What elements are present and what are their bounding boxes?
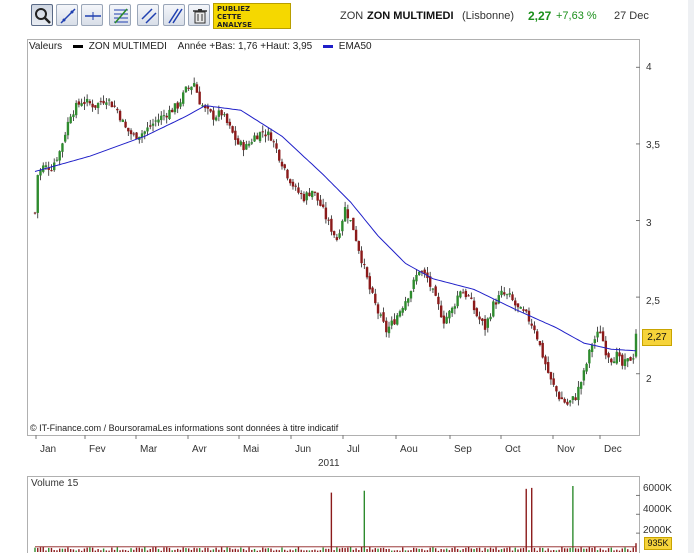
x-tick-label: Dec — [604, 444, 622, 455]
last-price-flag: 2,27 — [642, 329, 672, 346]
publish-analysis-button[interactable]: PUBLIEZ CETTE ANALYSE — [213, 3, 291, 29]
x-tick-label: Sep — [454, 444, 472, 455]
fibonacci-tool-button[interactable] — [109, 4, 131, 26]
x-tick-label: Jul — [347, 444, 360, 455]
trash-icon — [193, 9, 207, 24]
promo-line-2: CETTE — [217, 13, 242, 21]
last-price: 2,27 — [528, 9, 552, 23]
toolbar: PUBLIEZ CETTE ANALYSE ZON ZON MULTIMEDI … — [0, 0, 694, 35]
x-tick-label: Jan — [40, 444, 57, 455]
x-tick-label: Fev — [89, 444, 106, 455]
volume-y-tick-label: 6000K — [643, 483, 672, 494]
channel-tool-button[interactable] — [137, 4, 159, 26]
x-year-label: 2011 — [318, 458, 340, 469]
vertical-scrollbar[interactable] — [688, 0, 694, 553]
volume-label: Volume 15 — [31, 478, 79, 489]
horizontal-line-icon — [85, 12, 101, 20]
x-tick-label: Nov — [557, 444, 575, 455]
x-tick-label: Aou — [400, 444, 418, 455]
source-note: © IT-Finance.com / BoursoramaLes informa… — [30, 423, 339, 433]
quote-date: 27 Dec — [614, 10, 649, 22]
volume-flag: 935K — [644, 537, 672, 550]
volume-chart-frame — [27, 476, 640, 553]
promo-line-3: ANALYSE — [217, 21, 252, 29]
ticker-symbol: ZON — [340, 10, 364, 22]
legend-ema-name: EMA50 — [338, 41, 372, 52]
zoom-tool-button[interactable] — [31, 4, 53, 26]
x-tick-label: Oct — [505, 444, 521, 455]
legend-series-swatch — [72, 44, 83, 48]
exchange-name: (Lisbonne) — [462, 10, 514, 22]
x-tick-label: Avr — [192, 444, 207, 455]
volume-y-tick-label: 4000K — [643, 504, 672, 515]
volume-y-tick-label: 2000K — [643, 525, 672, 536]
delete-drawings-button[interactable] — [188, 4, 210, 26]
x-tick-label: Mai — [243, 444, 260, 455]
fibonacci-icon — [114, 8, 128, 24]
y-tick-label: 2,5 — [646, 296, 660, 307]
magnifier-icon — [35, 8, 51, 24]
channel-icon — [141, 8, 157, 24]
trendline-tool-button[interactable] — [56, 4, 78, 26]
y-tick-label: 4 — [646, 62, 652, 73]
parallel-lines-icon — [168, 8, 183, 24]
x-tick-label: Mar — [140, 444, 158, 455]
trendline-icon — [60, 8, 76, 24]
legend-series-name: ZON MULTIMEDI — [88, 41, 167, 52]
price-chart-frame — [27, 39, 640, 436]
legend-values-label: Valeurs — [29, 41, 63, 52]
chart-legend: Valeurs ZON MULTIMEDI Année +Bas: 1,76 +… — [29, 41, 372, 52]
y-tick-label: 3,5 — [646, 140, 660, 151]
parallel-lines-tool-button[interactable] — [163, 4, 185, 26]
y-tick-label: 2 — [646, 374, 652, 385]
instrument-name: ZON MULTIMEDI — [367, 10, 454, 22]
y-tick-label: 3 — [646, 218, 652, 229]
x-tick-label: Jun — [295, 444, 312, 455]
legend-range: Année +Bas: 1,76 +Haut: 3,95 — [177, 41, 313, 52]
promo-line-1: PUBLIEZ — [217, 5, 251, 13]
legend-ema-swatch — [323, 44, 333, 48]
price-change: +7,63 % — [556, 10, 597, 22]
horizontal-line-tool-button[interactable] — [81, 4, 103, 26]
